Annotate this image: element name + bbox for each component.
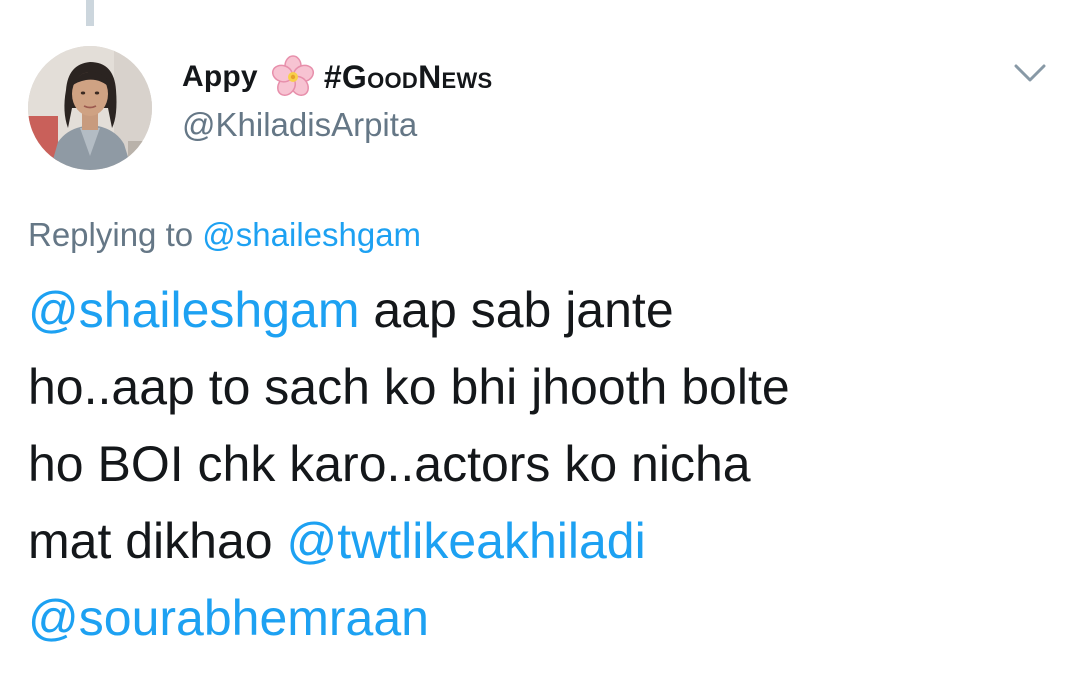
cherry-blossom-icon [270,54,316,100]
replying-to-label: Replying to [28,216,194,253]
tweet-line-1: @shaileshgam aap sab jante [28,272,1048,349]
thread-connector-line [86,0,94,26]
replying-to-mention-link[interactable]: @shaileshgam [202,216,421,253]
author-handle[interactable]: @KhiladisArpita [182,106,493,144]
author-display-name[interactable]: Appy [182,60,258,94]
tweet-text-segment: aap sab jante [359,282,674,338]
avatar[interactable] [28,46,152,170]
tweet-line-2: ho..aap to sach ko bhi jhooth bolte [28,359,790,415]
tweet-body: @shaileshgam aap sab jante ho..aap to sa… [28,272,1048,657]
chevron-down-icon[interactable] [1012,60,1048,86]
author-name-hashtag: #GoodNews [323,58,493,95]
tweet-line-5: @sourabhemraan [28,580,1048,657]
mention-link-twtlikeakhiladi[interactable]: @twtlikeakhiladi [286,513,645,569]
mention-link-sourabhemraan[interactable]: @sourabhemraan [28,590,429,646]
tweet-line-3: ho BOI chk karo..actors ko nicha [28,436,751,492]
replying-to-context: Replying to @shaileshgam [28,216,421,254]
mention-link-shaileshgam[interactable]: @shaileshgam [28,282,359,338]
tweet-header: Appy #GoodNews @KhiladisArpita [182,54,493,144]
author-name-row[interactable]: Appy #GoodNews [182,54,493,100]
tweet-text-segment: mat dikhao [28,513,287,569]
tweet-line-4: mat dikhao @twtlikeakhiladi [28,503,1048,580]
